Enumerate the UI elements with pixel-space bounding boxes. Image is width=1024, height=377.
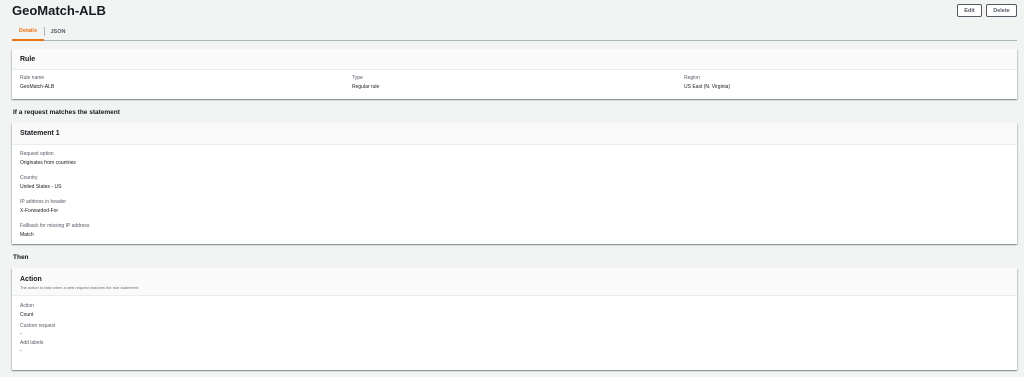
custom-request-field: Custom request - [20, 323, 1009, 340]
country-field: Country United States - US [20, 175, 1009, 199]
rule-panel-header: Rule [12, 49, 1017, 70]
add-labels-field: Add labels - [20, 340, 1009, 357]
rule-panel-title: Rule [20, 55, 36, 63]
fallback-field: Fallback for missing IP address Match [20, 223, 1009, 243]
action-label: Action [20, 303, 34, 309]
action-fields: Action Count Custom request - Add labels… [12, 296, 1017, 357]
edit-button[interactable]: Edit [957, 4, 982, 17]
action-panel-header: Action The action to take when a web req… [12, 268, 1017, 296]
add-labels-value: - [20, 348, 22, 354]
tab-bar: Details JSON [12, 22, 1017, 41]
rule-name-value: GeoMatch-ALB [20, 84, 55, 90]
action-panel: Action The action to take when a web req… [12, 268, 1017, 370]
action-panel-title: Action [20, 276, 42, 283]
tab-details[interactable]: Details [12, 22, 44, 41]
rule-panel: Rule Rule name GeoMatch-ALB Type Regular… [12, 49, 1017, 99]
request-option-label: Request option [20, 151, 54, 157]
add-labels-label: Add labels [20, 340, 44, 346]
then-section-heading: Then [13, 254, 29, 261]
fallback-label: Fallback for missing IP address [20, 223, 90, 229]
rule-fields: Rule name GeoMatch-ALB Type Regular rule… [12, 70, 1017, 99]
tab-divider [44, 27, 45, 36]
rule-type-field: Type Regular rule [352, 75, 379, 90]
country-label: Country [20, 175, 38, 181]
rule-name-label: Rule name [20, 75, 45, 81]
statement-panel-header: Statement 1 [12, 123, 1017, 145]
ip-header-value: X-Forwarded-For [20, 208, 59, 214]
rule-type-value: Regular rule [352, 84, 380, 90]
rule-region-value: US East (N. Virginia) [684, 84, 731, 90]
custom-request-label: Custom request [20, 323, 56, 329]
rule-region-label: Region [684, 75, 700, 81]
statement-section-heading: If a request matches the statement [13, 109, 120, 116]
fallback-value: Match [20, 232, 34, 238]
rule-region-field: Region US East (N. Virginia) [684, 75, 730, 90]
action-panel-description: The action to take when a web request ma… [20, 285, 140, 290]
rule-type-label: Type [352, 75, 363, 81]
request-option-value: Originates from countries [20, 160, 76, 166]
rule-name-field: Rule name GeoMatch-ALB [20, 75, 54, 90]
statement-panel: Statement 1 Request option Originates fr… [12, 123, 1017, 244]
ip-header-field: IP address in header X-Forwarded-For [20, 199, 1009, 223]
tab-json[interactable]: JSON [46, 22, 70, 41]
country-value: United States - US [20, 184, 62, 190]
page-title: GeoMatch-ALB [12, 3, 106, 18]
action-value: Count [20, 312, 34, 318]
custom-request-value: - [20, 331, 22, 337]
statement-fields: Request option Originates from countries… [12, 145, 1017, 243]
ip-header-label: IP address in header [20, 199, 67, 205]
action-field: Action Count [20, 303, 1009, 323]
delete-button[interactable]: Delete [986, 4, 1017, 17]
request-option-field: Request option Originates from countries [20, 151, 1009, 175]
statement-panel-title: Statement 1 [20, 130, 60, 137]
